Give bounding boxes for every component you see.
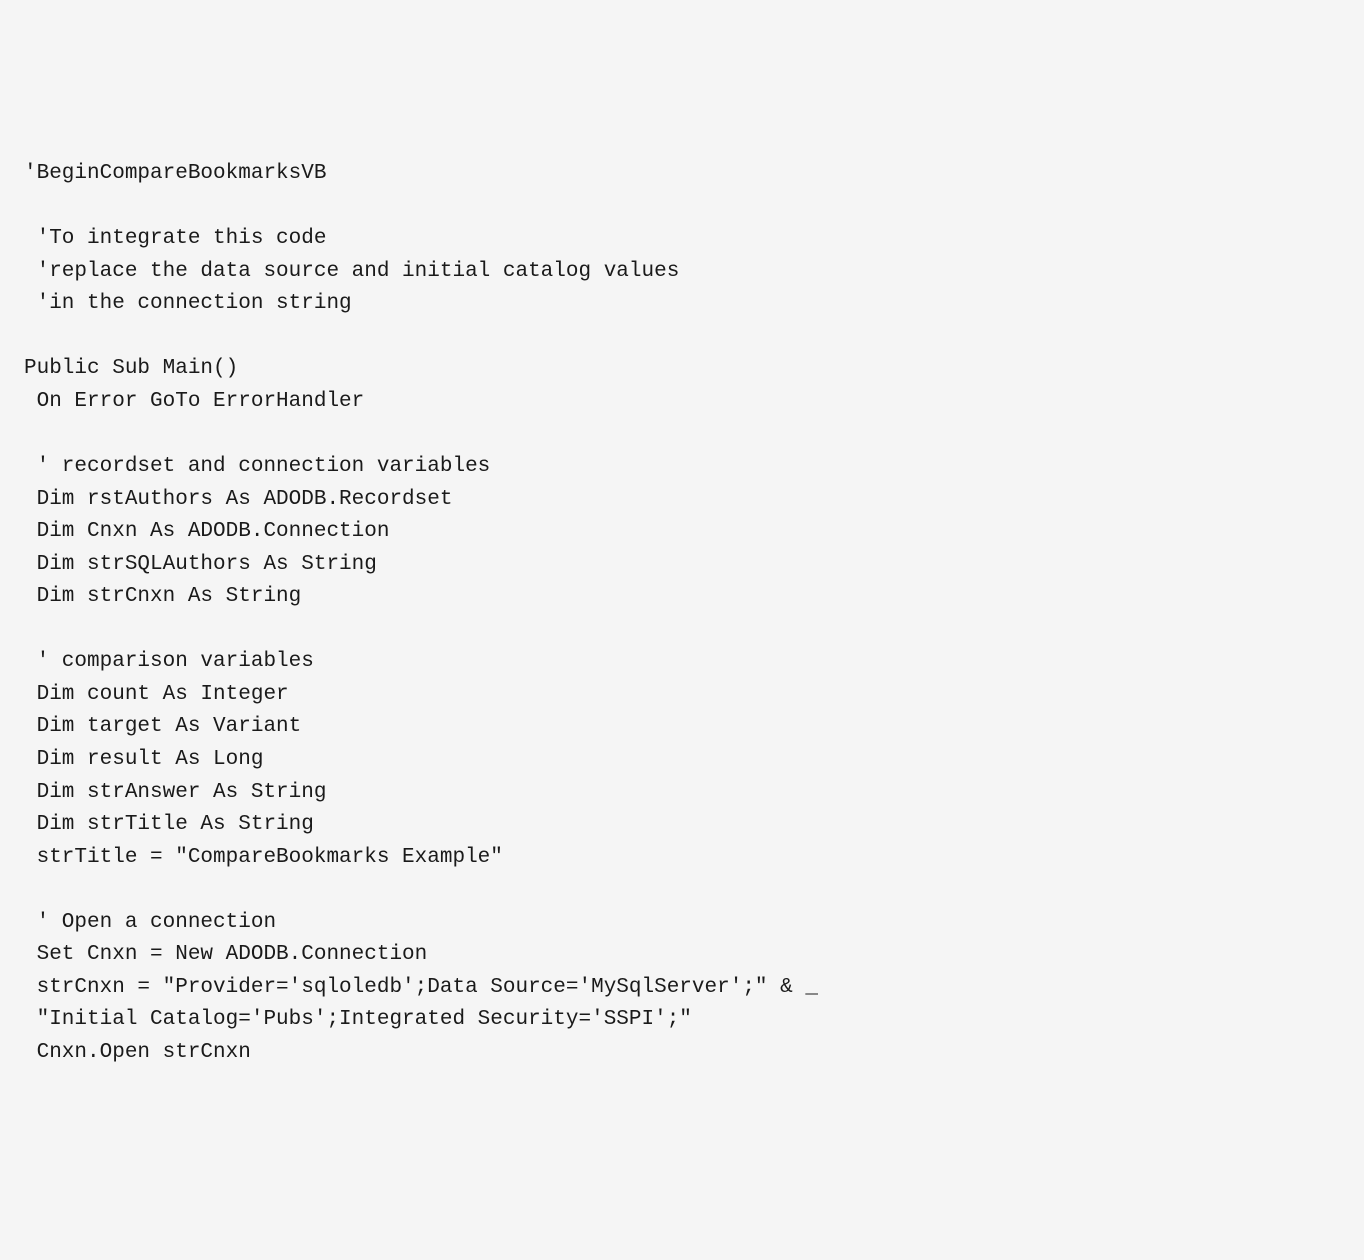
code-line: Set Cnxn = New ADODB.Connection	[24, 943, 427, 966]
code-line: On Error GoTo ErrorHandler	[24, 390, 364, 413]
code-line: ' comparison variables	[24, 650, 314, 673]
code-line: Dim rstAuthors As ADODB.Recordset	[24, 488, 452, 511]
code-line: Public Sub Main()	[24, 357, 238, 380]
code-line: 'BeginCompareBookmarksVB	[24, 162, 326, 185]
code-line: Cnxn.Open strCnxn	[24, 1041, 251, 1064]
code-line: "Initial Catalog='Pubs';Integrated Secur…	[24, 1008, 692, 1031]
code-line: 'replace the data source and initial cat…	[24, 260, 679, 283]
code-line: strCnxn = "Provider='sqloledb';Data Sour…	[24, 976, 818, 999]
code-line: Dim strSQLAuthors As String	[24, 553, 377, 576]
code-line: ' recordset and connection variables	[24, 455, 490, 478]
code-line: Dim count As Integer	[24, 683, 289, 706]
code-line: ' Open a connection	[24, 911, 276, 934]
code-line: Dim target As Variant	[24, 715, 301, 738]
code-line: Dim strTitle As String	[24, 813, 314, 836]
code-line: Dim strAnswer As String	[24, 781, 326, 804]
code-line: Dim result As Long	[24, 748, 263, 771]
code-line: 'To integrate this code	[24, 227, 326, 250]
code-line: strTitle = "CompareBookmarks Example"	[24, 846, 503, 869]
code-block: 'BeginCompareBookmarksVB 'To integrate t…	[24, 158, 1340, 1069]
code-line: 'in the connection string	[24, 292, 352, 315]
code-line: Dim Cnxn As ADODB.Connection	[24, 520, 389, 543]
code-line: Dim strCnxn As String	[24, 585, 301, 608]
